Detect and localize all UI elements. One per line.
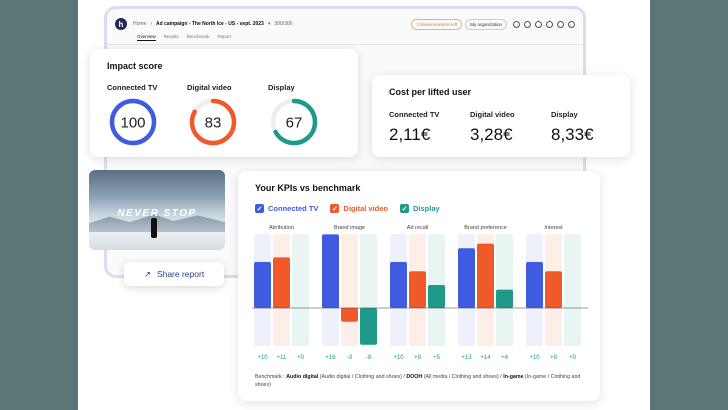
impact-score-title: Impact score — [107, 61, 163, 71]
bar-value-label: +10 — [529, 355, 540, 361]
organization-pill[interactable]: My organization — [465, 18, 507, 30]
category-label: Brand image — [334, 225, 365, 231]
tab-report[interactable]: Report — [218, 34, 232, 41]
bar-value-label: +16 — [325, 355, 336, 361]
bar — [496, 289, 513, 308]
campaign-image-text: NEVER STOP — [117, 208, 197, 219]
cost-label: Digital video — [470, 110, 515, 119]
bar-value-label: +13 — [461, 355, 472, 361]
cost-item-display: Display 8,33€ — [551, 110, 594, 145]
avatar[interactable] — [568, 20, 575, 28]
breadcrumb: Home › Ad campaign - The North Ice - US … — [133, 21, 292, 27]
impact-score-ring: 67 — [270, 98, 318, 146]
benchmark-name: Audio digital — [286, 374, 319, 380]
kpi-benchmark-card: Your KPIs vs benchmark ✓ Connected TV ✓ … — [238, 171, 600, 401]
impact-item: Display 67 — [268, 83, 338, 148]
category-label: Ad recall — [407, 225, 428, 231]
measurements-left-pill[interactable]: 2 Measurements left — [411, 18, 463, 30]
impact-item: Connected TV 100 — [107, 83, 177, 148]
share-icon: ↗ — [143, 268, 151, 279]
impact-score-card: Impact score Connected TV 100 Digital vide… — [90, 49, 358, 157]
breadcrumb-campaign: Ad campaign - The North Ice - US - sept.… — [156, 21, 264, 27]
tab-overview[interactable]: Overview — [137, 34, 156, 41]
status-count: 300/300 — [274, 21, 293, 27]
bar — [273, 257, 290, 308]
app-logo[interactable]: h — [115, 18, 127, 30]
bar-background — [292, 234, 309, 346]
cost-value: 3,28€ — [470, 125, 513, 144]
download-icon[interactable] — [546, 20, 553, 28]
chevron-right-icon: › — [150, 21, 153, 27]
benchmark-detail: (All media / Clothing and shoes) / — [422, 374, 504, 380]
eye-icon[interactable] — [535, 20, 542, 28]
help-icon[interactable] — [557, 20, 564, 28]
chevron-down-icon[interactable]: ▾ — [268, 21, 271, 27]
bar-value-label: -8 — [366, 355, 372, 361]
category-label: Attribution — [269, 225, 294, 231]
share-report-button[interactable]: ↗ Share report — [124, 262, 224, 286]
impact-value: 67 — [286, 115, 303, 132]
bar — [428, 285, 445, 308]
benchmark-name: In-game — [503, 374, 524, 380]
cost-value: 8,33€ — [551, 125, 594, 144]
users-icon[interactable] — [513, 20, 520, 28]
cost-item-digital-video: Digital video 3,28€ — [470, 110, 515, 145]
bar-value-label: +10 — [257, 355, 268, 361]
bar — [390, 262, 407, 308]
bar-value-label: +4 — [501, 355, 509, 361]
bar — [409, 271, 426, 308]
cost-value: 2,11€ — [389, 125, 431, 144]
bar — [254, 262, 271, 308]
bar-value-label: +11 — [277, 355, 287, 361]
cost-label: Display — [551, 110, 578, 119]
chat-icon[interactable] — [524, 20, 531, 28]
bar-value-label: +0 — [297, 355, 305, 361]
cost-title: Cost per lifted user — [389, 87, 472, 97]
bar — [458, 248, 475, 308]
bar-value-label: +0 — [569, 355, 577, 361]
benchmark-note: Benchmark : Audio digital (Audio digital… — [255, 374, 585, 390]
benchmark-name: DOOH — [406, 374, 423, 380]
tab-benchmark[interactable]: Benchmark — [187, 34, 210, 41]
bar — [477, 243, 494, 308]
bar — [526, 262, 543, 308]
person-silhouette — [151, 218, 157, 238]
campaign-image: NEVER STOP — [89, 170, 225, 250]
cost-label: Connected TV — [389, 110, 440, 119]
breadcrumb-home[interactable]: Home — [133, 21, 146, 27]
impact-score-ring: 100 — [109, 98, 157, 146]
marketing-stage: h Home › Ad campaign - The North Ice - U… — [78, 0, 650, 410]
bar-value-label: +10 — [393, 355, 404, 361]
bar-value-label: -3 — [347, 355, 353, 361]
bar — [322, 234, 339, 308]
bar — [360, 308, 377, 345]
bar-background — [341, 234, 358, 346]
benchmark-prefix: Benchmark : — [255, 374, 285, 380]
bar — [341, 308, 358, 322]
impact-item: Digital video 83 — [187, 83, 257, 148]
impact-value: 83 — [205, 115, 222, 132]
impact-label: Digital video — [187, 83, 232, 92]
impact-label: Display — [268, 83, 295, 92]
benchmark-detail: (Audio digital / Clothing and shoes) / — [318, 374, 407, 380]
tab-bar: Overview Results Benchmark Report — [137, 34, 231, 41]
share-report-label: Share report — [156, 269, 205, 279]
bar-value-label: +5 — [433, 355, 441, 361]
impact-value: 100 — [120, 115, 145, 132]
impact-score-ring: 83 — [189, 98, 237, 146]
bar-value-label: +8 — [550, 355, 558, 361]
category-label: Brand preference — [464, 225, 507, 231]
cost-item-connected-tv: Connected TV 2,11€ — [389, 110, 439, 145]
impact-label: Connected TV — [107, 83, 158, 92]
tab-results[interactable]: Results — [164, 34, 179, 41]
tab-divider — [107, 44, 583, 45]
bar-value-label: +14 — [480, 355, 491, 361]
cost-per-lifted-user-card: Cost per lifted user Connected TV 2,11€ … — [372, 75, 630, 157]
category-label: Interest — [544, 225, 563, 231]
bar-value-label: +8 — [414, 355, 422, 361]
kpi-bar-chart: Attribution +10 +11 +0 Brand image +16 -3 -8 Ad … — [252, 225, 588, 361]
bar — [545, 271, 562, 308]
bar-background — [564, 234, 581, 346]
